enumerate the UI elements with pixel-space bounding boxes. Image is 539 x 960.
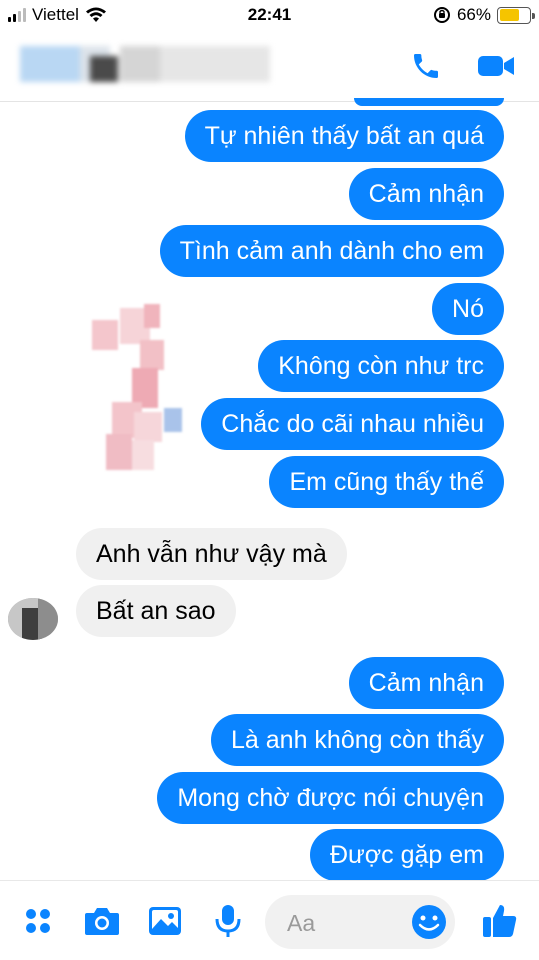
video-call-icon[interactable] — [474, 46, 518, 86]
emoji-icon[interactable] — [409, 902, 449, 942]
blurred-sticker — [84, 304, 184, 484]
message-bubble-outgoing[interactable]: Là anh không còn thấy — [211, 714, 504, 766]
status-right: 66% — [433, 5, 535, 25]
message-bubble-outgoing[interactable]: Cảm nhận — [348, 657, 504, 709]
orientation-lock-icon — [433, 7, 450, 23]
thumbs-up-icon[interactable] — [478, 899, 522, 943]
gallery-icon[interactable] — [143, 899, 187, 943]
phone-call-icon[interactable] — [404, 46, 448, 86]
message-bubble-outgoing[interactable]: Nó — [432, 283, 504, 335]
message-list[interactable]: Tự nhiên thấy bất an quá Cảm nhận Tình c… — [0, 98, 539, 881]
chat-header — [0, 30, 539, 102]
battery-icon — [497, 6, 535, 24]
message-bubble-outgoing[interactable]: Không còn như trc — [258, 340, 504, 392]
status-bar: Viettel 22:41 66% — [0, 0, 539, 30]
microphone-icon[interactable] — [206, 899, 250, 943]
camera-icon[interactable] — [80, 899, 124, 943]
message-input-placeholder: Aa — [287, 910, 316, 936]
message-bubble-incoming[interactable]: Anh vẫn như vậy mà — [76, 528, 347, 580]
previous-message-edge — [354, 98, 504, 106]
message-bubble-outgoing[interactable]: Mong chờ được nói chuyện — [157, 772, 504, 824]
message-bubble-outgoing[interactable]: Được gặp em — [309, 829, 504, 881]
contact-name-blurred[interactable] — [20, 42, 270, 86]
apps-icon[interactable] — [16, 899, 60, 943]
contact-avatar[interactable] — [8, 598, 58, 640]
message-bubble-outgoing[interactable]: Chắc do cãi nhau nhiều — [201, 398, 504, 450]
message-input[interactable]: Aa — [265, 895, 455, 949]
message-bubble-outgoing[interactable]: Tình cảm anh dành cho em — [159, 225, 504, 277]
message-bubble-outgoing[interactable]: Em cũng thấy thế — [269, 456, 504, 508]
message-bubble-incoming[interactable]: Bất an sao — [76, 585, 236, 637]
message-bubble-outgoing[interactable]: Tự nhiên thấy bất an quá — [184, 110, 504, 162]
battery-percent: 66% — [456, 5, 491, 24]
message-bubble-outgoing[interactable]: Cảm nhận — [348, 168, 504, 220]
message-composer: Aa — [0, 880, 539, 960]
battery-fill — [499, 9, 519, 21]
